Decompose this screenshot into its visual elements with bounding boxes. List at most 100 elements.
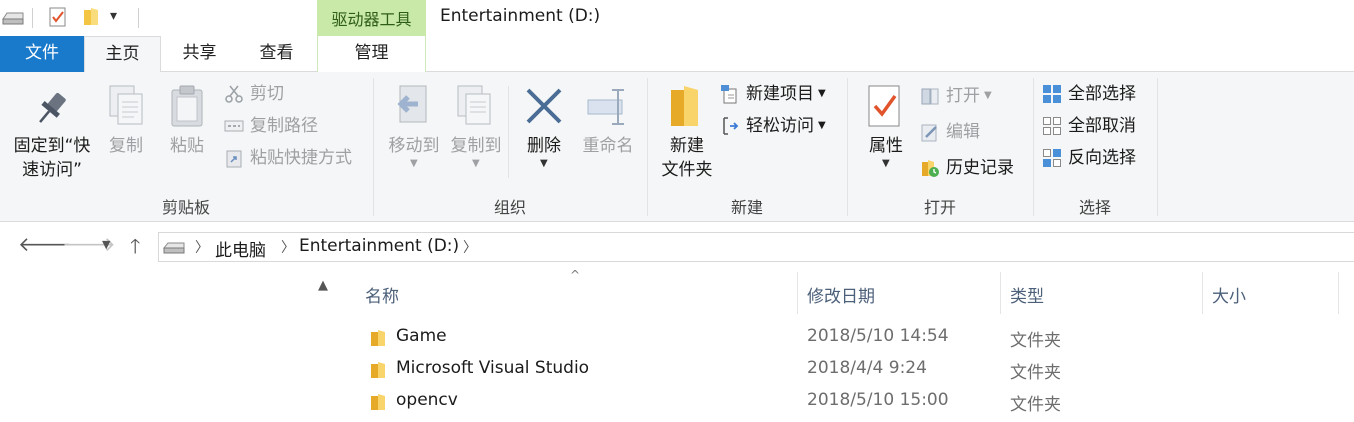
invert-selection-button[interactable]: 反向选择: [1042, 144, 1136, 172]
folder-icon: [371, 362, 385, 378]
new-item-icon: [721, 85, 737, 104]
new-folder-quick-icon[interactable]: [82, 7, 100, 27]
copy-path-label: 复制路径: [250, 116, 318, 136]
file-type: 文件夹: [1010, 395, 1061, 415]
tab-file[interactable]: 文件: [0, 36, 84, 72]
properties-dropdown-icon: ▼: [882, 158, 890, 169]
select-none-label: 全部取消: [1068, 116, 1136, 136]
file-date: 2018/4/4 9:24: [807, 358, 927, 378]
copy-label: 复制: [109, 136, 143, 156]
tab-home[interactable]: 主页: [84, 36, 161, 72]
column-header-type[interactable]: 类型: [1010, 282, 1044, 307]
select-none-button[interactable]: 全部取消: [1042, 112, 1136, 140]
new-folder-label-line1: 新建: [670, 136, 704, 156]
open-label: 打开: [946, 86, 980, 106]
delete-dropdown-icon: ▼: [540, 158, 548, 169]
organize-group: 移动到 ▼ 复制到 ▼ 删除 ▼ 重命名 组织: [374, 72, 646, 222]
open-button[interactable]: 打开 ▼: [920, 82, 992, 110]
edit-icon: [921, 124, 937, 142]
new-group: 新建 文件夹 新建项目 ▼ 轻松访问 ▼ 新建: [648, 72, 846, 222]
cut-label: 剪切: [250, 84, 284, 104]
drive-tools-context: 驱动器工具: [317, 0, 426, 36]
select-all-button[interactable]: 全部选择: [1042, 80, 1136, 108]
paste-shortcut-button[interactable]: 粘贴快捷方式: [224, 144, 352, 172]
clipboard-group-label: 剪贴板: [161, 198, 210, 217]
pin-label-line2: 速访问”: [22, 160, 82, 180]
address-drive-icon: [163, 242, 185, 254]
copy-to-button[interactable]: 复制到 ▼: [440, 82, 508, 182]
rename-button[interactable]: 重命名: [574, 82, 642, 162]
properties-quick-icon[interactable]: [48, 6, 68, 28]
file-name: Microsoft Visual Studio: [396, 358, 590, 378]
breadcrumb-chevron-icon[interactable]: 〉: [463, 237, 477, 257]
history-button[interactable]: 历史记录: [920, 154, 1014, 182]
delete-button[interactable]: 删除 ▼: [516, 82, 572, 182]
new-group-label: 新建: [730, 198, 763, 217]
cut-button[interactable]: 剪切: [224, 80, 284, 108]
edit-button[interactable]: 编辑: [920, 118, 980, 146]
table-row[interactable]: opencv 2018/5/10 15:00 文件夹: [360, 386, 1340, 418]
select-all-label: 全部选择: [1068, 84, 1136, 104]
file-type: 文件夹: [1010, 363, 1061, 383]
breadcrumb-chevron-icon[interactable]: 〉: [281, 237, 295, 257]
breadcrumb-drive[interactable]: Entertainment (D:): [299, 236, 459, 256]
scissors-icon: [225, 85, 243, 103]
column-separator[interactable]: [1202, 272, 1203, 314]
folder-icon: [371, 394, 385, 410]
rename-icon: [587, 89, 624, 125]
copy-path-button[interactable]: 复制路径: [224, 112, 318, 140]
open-group-label: 打开: [923, 198, 956, 217]
new-item-button[interactable]: 新建项目 ▼: [720, 80, 826, 108]
copy-path-icon: [224, 120, 244, 132]
properties-label: 属性: [869, 136, 903, 156]
column-header-name[interactable]: 名称: [365, 282, 399, 307]
file-name: opencv: [396, 390, 458, 410]
paste-button[interactable]: 粘贴: [158, 82, 216, 162]
delete-label: 删除: [527, 136, 561, 156]
tab-view[interactable]: 查看: [238, 36, 315, 72]
quick-access-separator-2: [138, 8, 139, 28]
pin-to-quick-access-button[interactable]: 固定到“快 速访问”: [4, 82, 96, 192]
new-item-dropdown-icon: ▼: [818, 88, 826, 99]
clipboard-group: 固定到“快 速访问” 复制 粘贴 剪切 复制路径 粘贴快捷方式 剪贴板: [0, 72, 372, 222]
new-folder-icon: [671, 86, 698, 126]
move-to-dropdown-icon: ▼: [410, 158, 418, 169]
easy-access-button[interactable]: 轻松访问 ▼: [720, 112, 826, 140]
ribbon: 固定到“快 速访问” 复制 粘贴 剪切 复制路径 粘贴快捷方式 剪贴板 移动到 …: [0, 72, 1354, 222]
easy-access-label: 轻松访问: [746, 116, 814, 136]
column-separator[interactable]: [797, 272, 798, 314]
breadcrumb-this-pc[interactable]: 此电脑: [215, 236, 266, 261]
move-to-icon: [397, 85, 427, 123]
recent-locations-chevron-icon[interactable]: ▼: [102, 238, 110, 251]
open-dropdown-icon: ▼: [984, 90, 992, 101]
scroll-up-arrow-icon[interactable]: ▲: [312, 278, 334, 300]
breadcrumb-chevron-icon[interactable]: 〉: [195, 237, 209, 257]
tab-share[interactable]: 共享: [161, 36, 238, 72]
easy-access-icon: [723, 117, 739, 135]
file-date: 2018/5/10 15:00: [807, 390, 949, 410]
new-folder-button[interactable]: 新建 文件夹: [652, 82, 718, 192]
properties-button[interactable]: 属性 ▼: [854, 82, 914, 182]
edit-label: 编辑: [946, 122, 980, 142]
table-row[interactable]: Game 2018/5/10 14:54 文件夹: [360, 322, 1340, 354]
copy-button[interactable]: 复制: [98, 82, 154, 162]
copy-to-icon: [457, 85, 491, 125]
column-header-size[interactable]: 大小: [1212, 282, 1246, 307]
pin-icon: [39, 92, 66, 123]
easy-access-dropdown-icon: ▼: [818, 120, 826, 131]
up-arrow-icon[interactable]: 🡑: [130, 232, 140, 266]
customize-quick-access-icon[interactable]: ▾: [110, 8, 117, 24]
table-row[interactable]: Microsoft Visual Studio 2018/4/4 9:24 文件…: [360, 354, 1340, 386]
sort-ascending-icon: ^: [570, 268, 581, 282]
history-label: 历史记录: [946, 158, 1014, 178]
address-bar[interactable]: 〉 此电脑 〉 Entertainment (D:) 〉: [158, 232, 1354, 262]
column-header-date[interactable]: 修改日期: [807, 282, 875, 307]
column-separator[interactable]: [1338, 272, 1339, 314]
new-folder-label-line2: 文件夹: [661, 160, 713, 180]
tab-manage[interactable]: 管理: [317, 36, 426, 72]
history-icon: [922, 160, 939, 177]
column-separator[interactable]: [1000, 272, 1001, 314]
window-title: Entertainment (D:): [440, 6, 601, 26]
move-to-button[interactable]: 移动到 ▼: [378, 82, 446, 182]
file-type: 文件夹: [1010, 331, 1061, 351]
